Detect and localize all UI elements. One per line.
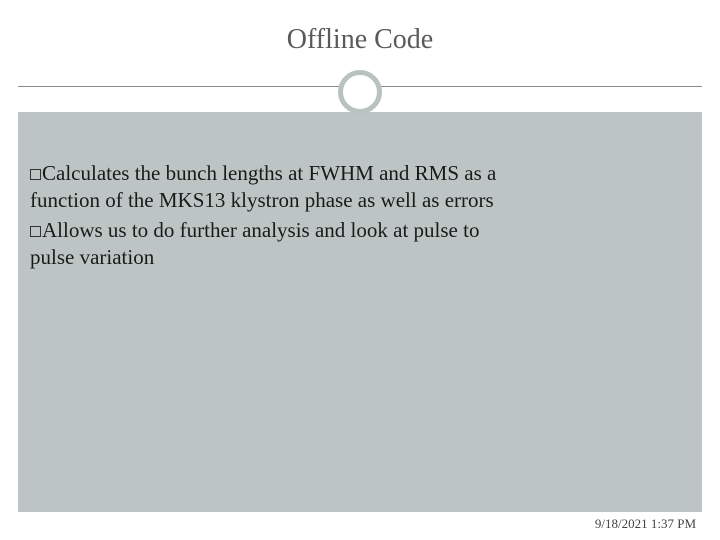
bullet-item: Calculates the bunch lengths at FWHM and…: [30, 160, 680, 215]
ring-decoration: [338, 70, 382, 114]
bullet-text: Calculates the bunch lengths at FWHM and…: [42, 161, 496, 185]
square-bullet-icon: [30, 169, 41, 180]
slide: Offline Code Calculates the bunch length…: [0, 0, 720, 540]
bullet-continuation: function of the MKS13 klystron phase as …: [30, 187, 680, 214]
square-bullet-icon: [30, 226, 41, 237]
content-area: Calculates the bunch lengths at FWHM and…: [30, 160, 680, 273]
bullet-text: Allows us to do further analysis and loo…: [42, 218, 479, 242]
footer-timestamp: 9/18/2021 1:37 PM: [595, 516, 696, 532]
slide-title: Offline Code: [0, 24, 720, 56]
bullet-item: Allows us to do further analysis and loo…: [30, 217, 680, 272]
bullet-continuation: pulse variation: [30, 244, 680, 271]
